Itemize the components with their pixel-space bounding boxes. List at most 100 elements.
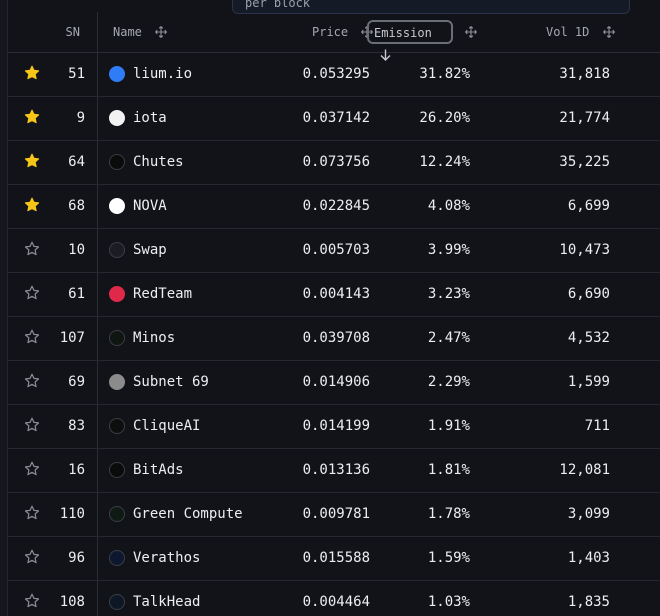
subnet-number: 96: [68, 550, 85, 566]
emission-value: 4.08%: [427, 198, 470, 214]
table-header: SN Name Price Emission Vol 1D: [7, 12, 660, 61]
star-outline-icon[interactable]: [21, 493, 43, 536]
subnet-number: 10: [68, 242, 85, 258]
iota-logo-icon: [109, 109, 125, 126]
table-row[interactable]: 108 TalkHead 0.004464 1.03% 1,835: [7, 581, 660, 616]
subnet-name-cell[interactable]: BitAds: [109, 449, 299, 492]
table-row[interactable]: 9 iota 0.037142 26.20% 21,774: [7, 97, 660, 141]
nova-logo-icon: [109, 197, 125, 214]
header-name[interactable]: Name: [113, 12, 168, 52]
emission-value: 1.03%: [427, 594, 470, 610]
column-divider: [97, 185, 98, 228]
header-vol-1d[interactable]: Vol 1D: [546, 12, 615, 52]
emission-value: 3.99%: [427, 242, 470, 258]
volume-value: 21,774: [559, 110, 610, 126]
table-row[interactable]: 10 Swap 0.005703 3.99% 10,473: [7, 229, 660, 273]
subnet-name-cell[interactable]: NOVA: [109, 185, 299, 228]
drag-handle-icon[interactable]: [465, 25, 477, 38]
table-row[interactable]: 51 lium.io 0.053295 31.82% 31,818: [7, 53, 660, 97]
price-value: 0.005703: [302, 242, 370, 258]
header-emission-move[interactable]: [459, 12, 477, 52]
subnet-name-cell[interactable]: Chutes: [109, 141, 299, 184]
table-row[interactable]: 83 CliqueAI 0.014199 1.91% 711: [7, 405, 660, 449]
volume-value: 35,225: [559, 154, 610, 170]
cloud-logo-icon: [109, 65, 125, 82]
subnet-name: Green Compute: [133, 506, 243, 522]
subnet-name-cell[interactable]: Swap: [109, 229, 299, 272]
star-filled-icon[interactable]: [21, 97, 43, 140]
subnet-name-cell[interactable]: Minos: [109, 317, 299, 360]
price-value: 0.004464: [302, 594, 370, 610]
subnet-name-cell[interactable]: RedTeam: [109, 273, 299, 316]
volume-value: 6,690: [567, 286, 610, 302]
table-row[interactable]: 110 Green Compute 0.009781 1.78% 3,099: [7, 493, 660, 537]
column-divider: [97, 229, 98, 272]
star-outline-icon[interactable]: [21, 229, 43, 272]
header-emission-sorted[interactable]: Emission: [367, 20, 453, 61]
star-outline-icon[interactable]: [21, 537, 43, 580]
table-row[interactable]: 107 Minos 0.039708 2.47% 4,532: [7, 317, 660, 361]
subnet-table-view: per block SN Name Price Emission Vol 1D: [0, 0, 660, 616]
volume-value: 4,532: [567, 330, 610, 346]
subnet-name: lium.io: [133, 66, 193, 82]
subnet-name-cell[interactable]: Green Compute: [109, 493, 299, 536]
price-value: 0.014906: [302, 374, 370, 390]
star-outline-icon[interactable]: [21, 581, 43, 616]
subnet-name: RedTeam: [133, 286, 193, 302]
star-filled-icon[interactable]: [21, 141, 43, 184]
emission-value: 1.91%: [427, 418, 470, 434]
drag-handle-icon[interactable]: [155, 25, 168, 38]
column-divider: [97, 449, 98, 492]
header-name-label: Name: [113, 25, 142, 39]
subnet-name: Swap: [133, 242, 167, 258]
table-row[interactable]: 16 BitAds 0.013136 1.81% 12,081: [7, 449, 660, 493]
star-outline-icon[interactable]: [21, 405, 43, 448]
star-outline-icon[interactable]: [21, 361, 43, 404]
volume-value: 6,699: [567, 198, 610, 214]
table-row[interactable]: 64 Chutes 0.073756 12.24% 35,225: [7, 141, 660, 185]
star-outline-icon[interactable]: [21, 449, 43, 492]
drag-handle-icon[interactable]: [602, 25, 615, 38]
star-filled-icon[interactable]: [21, 185, 43, 228]
subnet-name-cell[interactable]: iota: [109, 97, 299, 140]
table-row[interactable]: 61 RedTeam 0.004143 3.23% 6,690: [7, 273, 660, 317]
price-value: 0.053295: [302, 66, 370, 82]
price-value: 0.013136: [302, 462, 370, 478]
table-row[interactable]: 69 Subnet 69 0.014906 2.29% 1,599: [7, 361, 660, 405]
subnet-name-cell[interactable]: Subnet 69: [109, 361, 299, 404]
volume-value: 1,599: [567, 374, 610, 390]
verathos-logo-icon: [109, 549, 125, 566]
star-outline-icon[interactable]: [21, 273, 43, 316]
subnet-name-cell[interactable]: lium.io: [109, 53, 299, 96]
table-row[interactable]: 96 Verathos 0.015588 1.59% 1,403: [7, 537, 660, 581]
column-divider: [97, 493, 98, 536]
subnet-name: Verathos: [133, 550, 201, 566]
subnet-number: 108: [59, 594, 85, 610]
table-row[interactable]: 68 NOVA 0.022845 4.08% 6,699: [7, 185, 660, 229]
price-value: 0.022845: [302, 198, 370, 214]
column-divider: [97, 273, 98, 316]
price-value: 0.014199: [302, 418, 370, 434]
subnet-name-cell[interactable]: Verathos: [109, 537, 299, 580]
column-divider: [97, 12, 98, 52]
volume-value: 1,835: [567, 594, 610, 610]
subnet-name-cell[interactable]: TalkHead: [109, 581, 299, 616]
subnet-name: NOVA: [133, 198, 167, 214]
column-divider: [97, 537, 98, 580]
subnet-name: Minos: [133, 330, 176, 346]
table-body: 51 lium.io 0.053295 31.82% 31,818 9 iota 0.0371…: [7, 53, 660, 616]
subnet-name-cell[interactable]: CliqueAI: [109, 405, 299, 448]
star-outline-icon[interactable]: [21, 317, 43, 360]
column-divider: [97, 361, 98, 404]
price-value: 0.037142: [302, 110, 370, 126]
subnet-number: 9: [76, 110, 85, 126]
header-sn[interactable]: SN: [45, 12, 80, 52]
star-filled-icon[interactable]: [21, 53, 43, 96]
header-emission-label: Emission: [374, 26, 432, 40]
subnet-name: CliqueAI: [133, 418, 201, 434]
column-divider: [97, 53, 98, 96]
green-compute-logo-icon: [109, 505, 125, 522]
header-price[interactable]: Price: [312, 12, 374, 52]
subnet-number: 64: [68, 154, 85, 170]
subnet-name: TalkHead: [133, 594, 201, 610]
